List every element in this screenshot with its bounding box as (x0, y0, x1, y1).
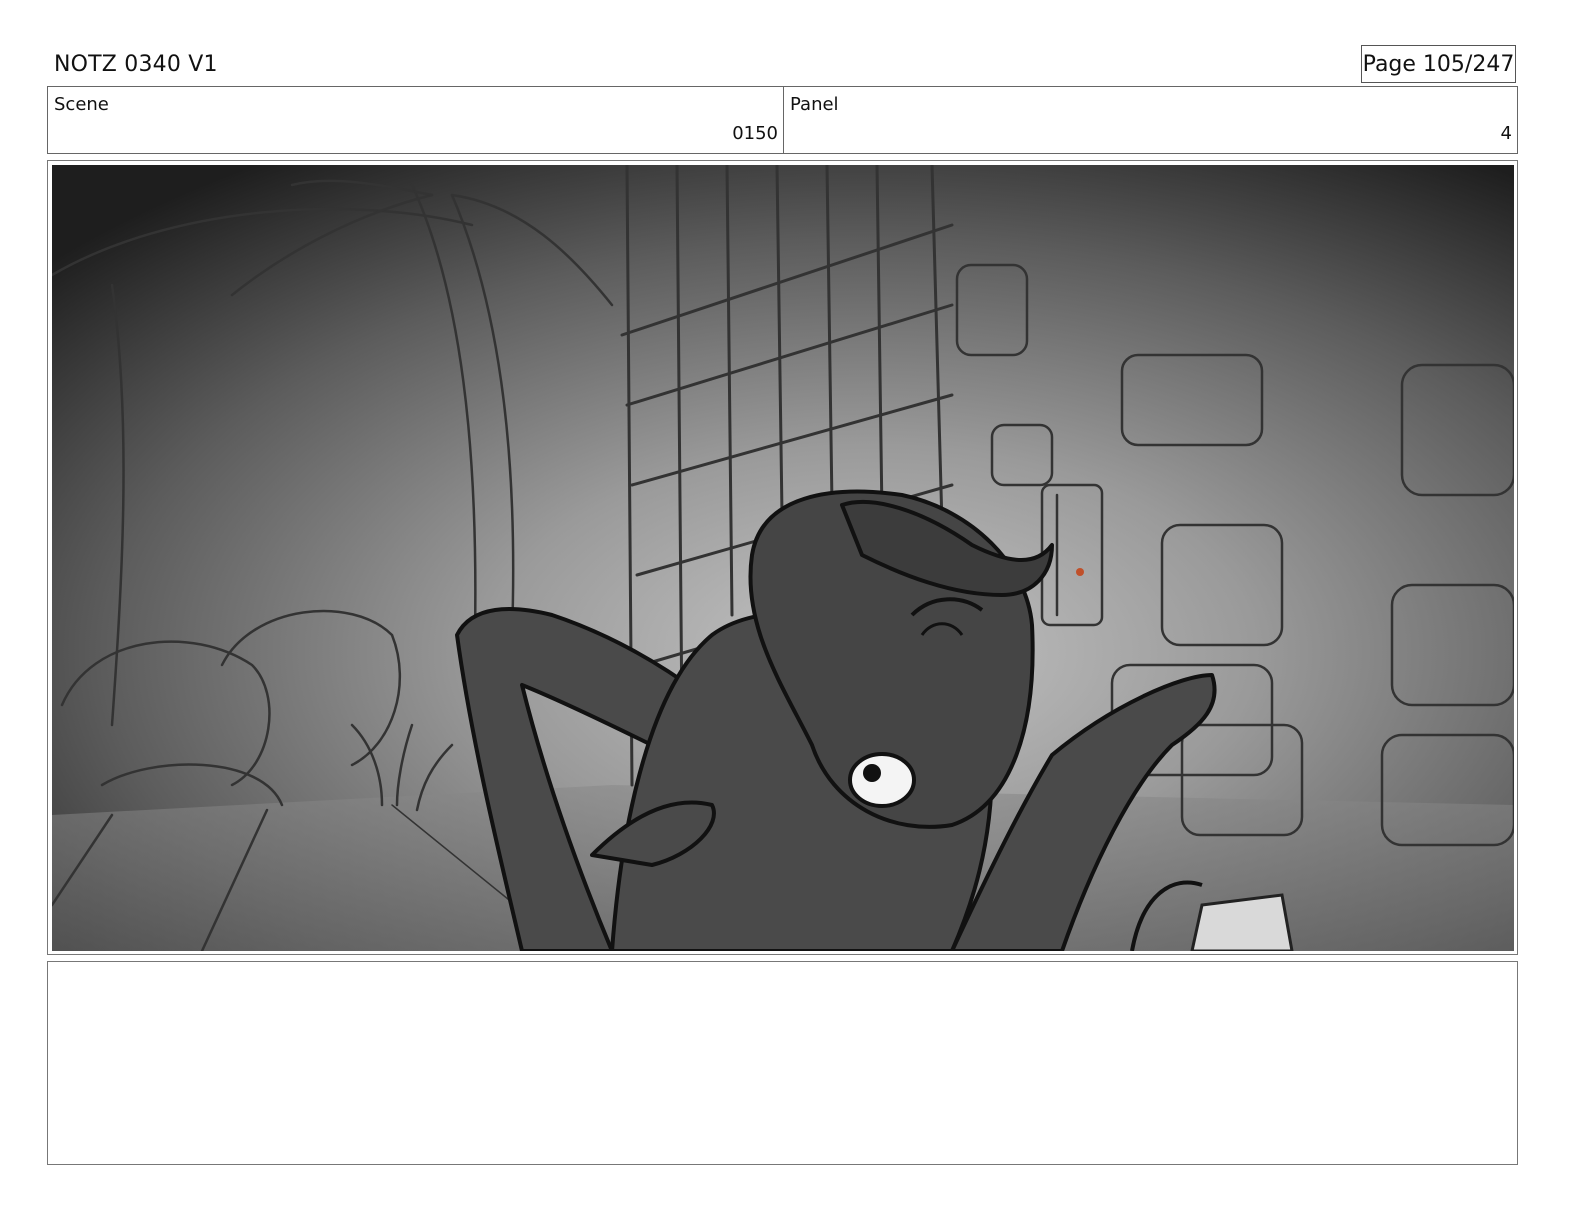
storyboard-sketch (52, 165, 1514, 951)
panel-cell: Panel 4 (784, 87, 1517, 153)
document-title: NOTZ 0340 V1 (54, 52, 218, 77)
scene-cell: Scene 0150 (48, 87, 784, 153)
storyboard-frame (52, 165, 1514, 951)
page-counter: Page 105/247 (1361, 45, 1516, 83)
scene-panel-info: Scene 0150 Panel 4 (47, 86, 1518, 154)
panel-number: 4 (1500, 123, 1512, 144)
scene-label: Scene (54, 94, 109, 115)
panel-label: Panel (790, 94, 839, 115)
scene-number: 0150 (732, 123, 778, 144)
notes-area (47, 961, 1518, 1165)
